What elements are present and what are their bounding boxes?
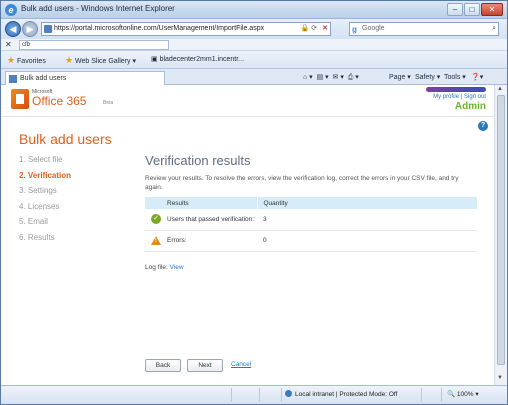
status-divider — [259, 388, 260, 402]
tab-row: Bulk add users ⌂ ▾ ▤ ▾ ✉ ▾ ⎙ ▾ Page ▾ Sa… — [1, 69, 507, 85]
menu-safety[interactable]: Safety ▾ — [415, 72, 440, 84]
verification-heading: Verification results — [145, 153, 251, 168]
tab-bulk-add-users[interactable]: Bulk add users — [5, 71, 165, 85]
stop-icon[interactable]: ✕ — [322, 25, 328, 32]
status-divider — [421, 388, 422, 402]
brand-name: Office 365 — [32, 94, 87, 108]
table-row: ! Errors: 0 — [145, 230, 477, 252]
status-divider — [441, 388, 442, 402]
address-text: https://portal.microsoftonline.com/UserM… — [54, 25, 265, 32]
check-icon: ✓ — [151, 214, 161, 224]
page-content: Microsoft Office 365 Beta My profile | S… — [1, 85, 494, 385]
table-header-row: Results Quantity — [145, 197, 477, 209]
beta-label: Beta — [103, 100, 114, 106]
column-header-results: Results — [145, 197, 257, 209]
add-favorite-icon: ★ — [65, 55, 74, 65]
ie-logo-icon: e — [5, 4, 17, 16]
help-icon[interactable]: ? — [478, 121, 488, 131]
wizard-steps: 1. Select file 2. Verification 3. Settin… — [19, 155, 71, 248]
result-cell-passed: ✓ Users that passed verification: — [145, 209, 257, 231]
user-links[interactable]: My profile | Sign out — [426, 94, 486, 100]
result-cell-errors: ! Errors: — [145, 230, 257, 252]
lock-icon[interactable]: 🔒 — [301, 25, 310, 32]
status-divider — [281, 388, 282, 402]
step-verification: 2. Verification — [19, 170, 72, 180]
status-bar: Local intranet | Protected Mode: Off 🔍 1… — [1, 385, 507, 404]
menu-page[interactable]: Page ▾ — [389, 72, 411, 84]
refresh-icon[interactable]: ⟳ — [311, 25, 317, 32]
command-bar-icons[interactable]: ⌂ ▾ ▤ ▾ ✉ ▾ ⎙ ▾ — [303, 72, 359, 84]
forward-nav-button[interactable]: ▶ — [22, 21, 38, 37]
page-icon — [44, 25, 52, 33]
step-results: 6. Results — [19, 232, 55, 242]
step-select-file: 1. Select file — [19, 155, 63, 164]
menu-tools[interactable]: Tools ▾ — [444, 72, 466, 84]
status-divider — [231, 388, 232, 402]
table-row: ✓ Users that passed verification: 3 — [145, 209, 477, 231]
scrollbar-thumb[interactable] — [497, 95, 505, 365]
result-label: Users that passed verification: — [167, 215, 255, 223]
verification-description: Review your results. To resolve the erro… — [145, 175, 459, 191]
verification-panel: Verification results Review your results… — [145, 153, 477, 271]
search-engine-label: Google — [362, 25, 385, 32]
step-email: 5. Email — [19, 217, 48, 226]
office-logo-icon — [11, 89, 29, 109]
back-button[interactable]: Back — [145, 359, 181, 372]
help-menu-icon[interactable]: ❓▾ — [471, 72, 483, 84]
close-find-icon[interactable]: ✕ — [5, 40, 12, 49]
window-title: Bulk add users - Windows Internet Explor… — [21, 4, 175, 13]
google-icon: g — [352, 25, 357, 34]
scroll-down-icon[interactable]: ▼ — [497, 375, 503, 381]
result-quantity: 3 — [257, 209, 477, 231]
browser-window: e Bulk add users - Windows Internet Expl… — [0, 0, 508, 405]
favorites-item-bladecenter[interactable]: ▣ bladecenter2mm1.incentr... — [151, 54, 244, 66]
page-title: Bulk add users — [19, 131, 112, 147]
zoom-level[interactable]: 🔍 100% ▾ — [447, 390, 479, 398]
portal-header: Microsoft Office 365 Beta My profile | S… — [1, 85, 494, 117]
globe-icon — [285, 390, 292, 397]
search-icon[interactable]: ⌕ — [492, 23, 496, 35]
role-label: Admin — [454, 101, 486, 112]
close-window-button[interactable]: ✕ — [481, 3, 503, 16]
redacted-username — [426, 87, 486, 92]
favorites-item-web-slice[interactable]: ★ Web Slice Gallery ▾ — [65, 54, 136, 66]
vertical-scrollbar[interactable]: ▲ ▼ — [494, 85, 507, 385]
address-row: ◀ ▶ https://portal.microsoftonline.com/U… — [1, 19, 507, 39]
results-table: Results Quantity ✓ Users that passed ver… — [145, 197, 477, 252]
result-quantity: 0 — [257, 230, 477, 252]
star-icon: ★ — [7, 55, 16, 65]
search-input[interactable]: g Google ⌕ — [349, 22, 499, 36]
maximize-button[interactable]: □ — [464, 3, 480, 16]
back-nav-button[interactable]: ◀ — [5, 21, 21, 37]
address-bar[interactable]: https://portal.microsoftonline.com/UserM… — [41, 22, 331, 36]
magnifier-icon: 🔍 — [447, 391, 456, 398]
favorites-bar: ★ Favorites ★ Web Slice Gallery ▾ ▣ blad… — [1, 51, 507, 69]
step-settings: 3. Settings — [19, 186, 57, 195]
view-log-link[interactable]: View — [170, 264, 184, 271]
result-label: Errors: — [167, 237, 187, 244]
address-tools: 🔒 ⟳ ✕ — [301, 23, 328, 35]
favorites-button[interactable]: ★ Favorites — [7, 54, 46, 66]
find-input[interactable]: cfb — [19, 40, 169, 50]
page-icon: ▣ — [151, 56, 158, 63]
page-icon — [9, 75, 17, 83]
minimize-button[interactable]: – — [447, 3, 463, 16]
column-header-quantity: Quantity — [256, 197, 477, 209]
log-file-label: Log file: — [145, 263, 168, 271]
title-bar: e Bulk add users - Windows Internet Expl… — [1, 1, 507, 19]
security-zone[interactable]: Local intranet | Protected Mode: Off — [285, 390, 397, 398]
warning-icon: ! — [151, 235, 161, 245]
user-bar: My profile | Sign out Admin — [426, 87, 486, 112]
scroll-up-icon[interactable]: ▲ — [497, 86, 503, 92]
step-licenses: 4. Licenses — [19, 201, 60, 211]
log-file-row: Log file: View — [145, 264, 477, 271]
find-bar: ✕ cfb — [1, 39, 507, 51]
next-button[interactable]: Next — [187, 359, 223, 372]
cancel-link[interactable]: Cancel — [231, 361, 251, 368]
